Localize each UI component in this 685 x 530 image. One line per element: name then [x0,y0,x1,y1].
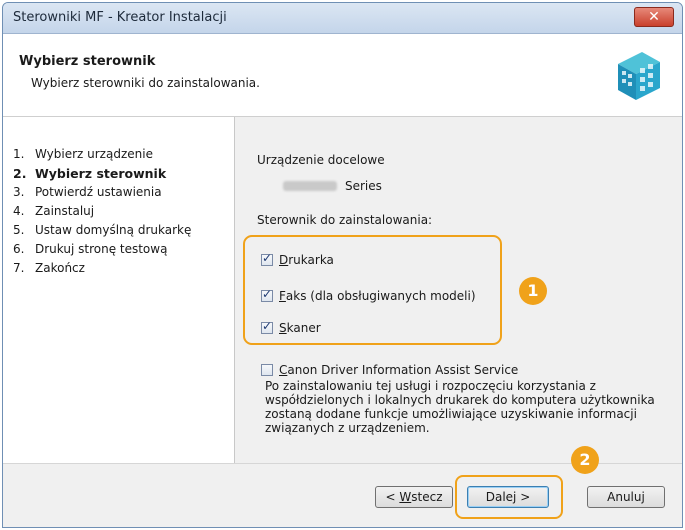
assist-service-option[interactable]: Canon Driver Information Assist Service [261,363,518,377]
step-item: 3. Potwierdź ustawienia [13,185,162,199]
fax-checkbox[interactable] [261,287,273,302]
cancel-button[interactable]: Anuluj [587,486,665,508]
wizard-header: Wybierz sterownik Wybierz sterowniki do … [3,34,682,117]
printer-checkbox[interactable] [261,251,273,266]
driver-scanner-option[interactable]: Skaner [261,319,321,335]
installer-window: Sterowniki MF - Kreator Instalacji ✕ Wyb… [2,2,683,528]
device-label: Urządzenie docelowe [257,153,385,167]
wizard-body: 1. Wybierz urządzenie 2. Wybierz sterownik… [3,117,682,463]
step-item: 4. Zainstaluj [13,204,95,218]
step-item: 5. Ustaw domyślną drukarkę [13,223,192,237]
driver-package-icon [618,52,660,100]
next-button[interactable]: Dalej > [467,486,549,508]
close-button[interactable]: ✕ [634,7,674,27]
window-title: Sterowniki MF - Kreator Instalacji [13,10,227,25]
annotation-badge-1: 1 [519,277,547,305]
assist-service-description: Po zainstalowaniu tej usługi i rozpoczęc… [265,379,655,435]
device-model-redacted [283,181,337,191]
close-icon: ✕ [648,9,660,25]
scanner-checkbox[interactable] [261,319,273,334]
assist-service-checkbox[interactable] [261,364,273,376]
step-item: 6. Drukuj stronę testową [13,242,168,256]
title-bar[interactable]: Sterowniki MF - Kreator Instalacji ✕ [3,3,682,34]
driver-printer-option[interactable]: Drukarka [261,251,334,267]
step-item: 1. Wybierz urządzenie [13,147,153,161]
annotation-badge-2: 2 [571,446,599,474]
page-title: Wybierz sterownik [19,54,156,69]
back-button[interactable]: < Wstecz [375,486,453,508]
steps-sidebar: 1. Wybierz urządzenie 2. Wybierz sterownik… [3,117,235,463]
step-item-active: 2. Wybierz sterownik [13,166,167,181]
driver-panel: Urządzenie docelowe Series Sterownik do … [235,117,682,463]
driver-fax-option[interactable]: Faks (dla obsługiwanych modeli) [261,287,476,303]
page-subtitle: Wybierz sterowniki do zainstalowania. [31,76,260,90]
driver-label: Sterownik do zainstalowania: [257,213,433,227]
device-name: Series [345,179,382,193]
step-item: 7. Zakończ [13,261,85,275]
wizard-footer: 2 < Wstecz Dalej > Anuluj [3,446,682,527]
